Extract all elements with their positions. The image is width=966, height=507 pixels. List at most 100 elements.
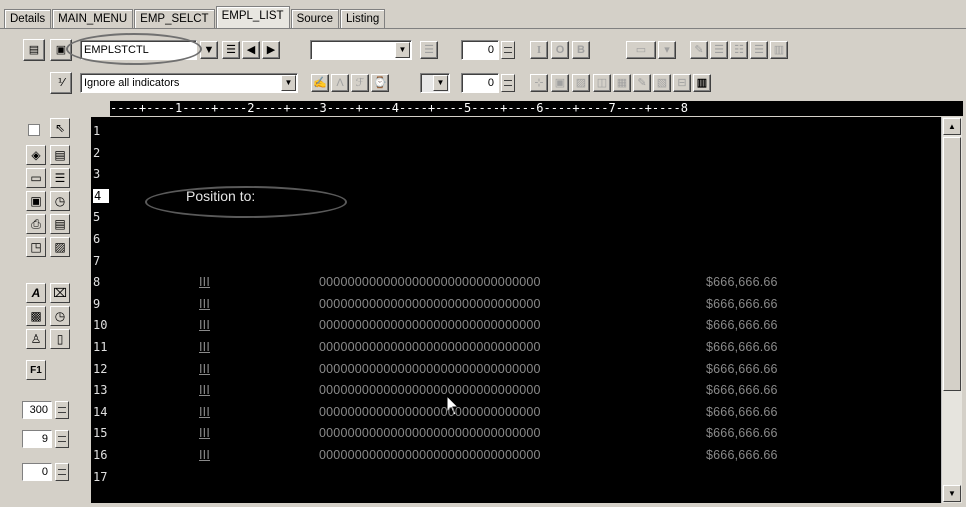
color-picker-icon[interactable]: ▭: [626, 41, 656, 59]
row-stepper[interactable]: [501, 41, 515, 59]
justify-icon[interactable]: ▥: [770, 41, 788, 59]
salary-cell[interactable]: $666,666.66: [706, 405, 778, 419]
chevron-down-icon[interactable]: ▼: [281, 75, 296, 91]
select-checkbox[interactable]: [28, 124, 40, 136]
indicator-cell[interactable]: III: [199, 275, 210, 289]
indicator-icon[interactable]: ⅟: [50, 72, 72, 94]
color-dropdown-icon[interactable]: ▾: [658, 41, 676, 59]
indicator-cell[interactable]: III: [199, 297, 210, 311]
vertical-scrollbar[interactable]: ▲ ▼: [941, 117, 962, 503]
user-icon[interactable]: ♙: [26, 329, 46, 349]
database-field-icon[interactable]: ◈: [26, 145, 46, 165]
tab-listing[interactable]: Listing: [340, 9, 386, 28]
window-field-icon[interactable]: ◳: [26, 237, 46, 257]
indicator-cell[interactable]: III: [199, 405, 210, 419]
pointer-icon[interactable]: ⇖: [50, 118, 70, 138]
both-style-button[interactable]: B: [572, 41, 590, 59]
indicator-select[interactable]: Ignore all indicators ▼: [80, 73, 298, 93]
chevron-down-icon[interactable]: ▼: [395, 42, 410, 58]
row-number-field[interactable]: 0: [461, 40, 499, 60]
offset-stepper[interactable]: [55, 463, 69, 481]
text-constant-icon[interactable]: Ʌ: [331, 74, 349, 92]
scroll-down-button[interactable]: ▼: [943, 485, 961, 502]
constant-select[interactable]: ▼: [420, 73, 450, 93]
salary-cell[interactable]: $666,666.66: [706, 318, 778, 332]
employee-id-cell[interactable]: 0000000000000000000000000000000: [319, 383, 541, 397]
align-center-icon[interactable]: ☷: [730, 41, 748, 59]
edit-icon[interactable]: ✎: [633, 74, 651, 92]
next-record-button[interactable]: ▶: [262, 41, 280, 59]
date-tool-icon[interactable]: ▩: [26, 306, 46, 326]
text-box-icon[interactable]: ▭: [26, 168, 46, 188]
output-style-button[interactable]: O: [551, 41, 569, 59]
align-left-icon[interactable]: ☰: [710, 41, 728, 59]
draw-icon[interactable]: ✍: [311, 74, 329, 92]
record-list-icon[interactable]: ☰: [222, 41, 240, 59]
employee-id-cell[interactable]: 0000000000000000000000000000000: [319, 275, 541, 289]
employee-id-cell[interactable]: 0000000000000000000000000000000: [319, 297, 541, 311]
column-stepper[interactable]: [501, 74, 515, 92]
employee-id-cell[interactable]: 0000000000000000000000000000000: [319, 426, 541, 440]
tab-emp-selct[interactable]: EMP_SELCT: [134, 9, 215, 28]
salary-cell[interactable]: $666,666.66: [706, 297, 778, 311]
indicator-cell[interactable]: III: [199, 383, 210, 397]
lines-stepper[interactable]: [55, 430, 69, 448]
page-icon[interactable]: ▯: [50, 329, 70, 349]
chevron-down-icon[interactable]: ▼: [433, 75, 448, 91]
employee-id-cell[interactable]: 0000000000000000000000000000000: [319, 362, 541, 376]
indicator-cell[interactable]: III: [199, 426, 210, 440]
record-dropdown-button[interactable]: ▼: [200, 41, 218, 59]
rows-field[interactable]: 300: [22, 401, 52, 419]
field-select[interactable]: ▼: [310, 40, 412, 60]
form-icon[interactable]: ▤: [50, 214, 70, 234]
indicator-cell[interactable]: III: [199, 448, 210, 462]
clock-field-icon[interactable]: ◷: [50, 191, 70, 211]
tab-details[interactable]: Details: [4, 9, 52, 28]
employee-id-cell[interactable]: 0000000000000000000000000000000: [319, 318, 541, 332]
tab-source[interactable]: Source: [290, 9, 339, 28]
previous-record-button[interactable]: ◀: [242, 41, 260, 59]
grid-icon[interactable]: ⊹: [530, 74, 548, 92]
reference-field-icon[interactable]: ▤: [50, 145, 70, 165]
scroll-up-button[interactable]: ▲: [943, 118, 961, 135]
date-constant-icon[interactable]: ⌚: [371, 74, 389, 92]
indicator-cell[interactable]: III: [199, 318, 210, 332]
tab-empl-list[interactable]: EMPL_LIST: [215, 6, 290, 28]
window-icon[interactable]: ◫: [593, 74, 611, 92]
help-area-icon[interactable]: ▨: [50, 237, 70, 257]
bar-chart-icon[interactable]: ▥: [693, 74, 711, 92]
salary-cell[interactable]: $666,666.66: [706, 448, 778, 462]
function-key-icon[interactable]: F1: [26, 360, 46, 380]
employee-id-cell[interactable]: 0000000000000000000000000000000: [319, 405, 541, 419]
image-field-icon[interactable]: ▣: [26, 191, 46, 211]
align-right-icon[interactable]: ☰: [750, 41, 768, 59]
table-icon[interactable]: ▦: [613, 74, 631, 92]
list-box-icon[interactable]: ☰: [50, 168, 70, 188]
salary-cell[interactable]: $666,666.66: [706, 383, 778, 397]
rows-stepper[interactable]: [55, 401, 69, 419]
salary-cell[interactable]: $666,666.66: [706, 362, 778, 376]
employee-id-cell[interactable]: 0000000000000000000000000000000: [319, 448, 541, 462]
scroll-thumb[interactable]: [943, 137, 961, 391]
field-constant-icon[interactable]: ℱ: [351, 74, 369, 92]
salary-cell[interactable]: $666,666.66: [706, 275, 778, 289]
keyword-icon[interactable]: ✎: [690, 41, 708, 59]
minus-box-icon[interactable]: ⊟: [673, 74, 691, 92]
save-icon[interactable]: ▤: [23, 39, 45, 61]
offset-field[interactable]: 0: [22, 463, 52, 481]
text-constant-tool-icon[interactable]: A: [26, 283, 46, 303]
indicator-cell[interactable]: III: [199, 340, 210, 354]
employee-id-cell[interactable]: 0000000000000000000000000000000: [319, 340, 541, 354]
column-number-field[interactable]: 0: [461, 73, 499, 93]
box-icon[interactable]: ▣: [551, 74, 569, 92]
lines-field[interactable]: 9: [22, 430, 52, 448]
input-style-button[interactable]: I: [530, 41, 548, 59]
pattern-icon[interactable]: ▨: [572, 74, 590, 92]
tab-main-menu[interactable]: MAIN_MENU: [52, 9, 134, 28]
indicator-cell[interactable]: III: [199, 362, 210, 376]
message-icon[interactable]: ⌧: [50, 283, 70, 303]
time-tool-icon[interactable]: ◷: [50, 306, 70, 326]
salary-cell[interactable]: $666,666.66: [706, 426, 778, 440]
image-icon[interactable]: ▧: [653, 74, 671, 92]
salary-cell[interactable]: $666,666.66: [706, 340, 778, 354]
